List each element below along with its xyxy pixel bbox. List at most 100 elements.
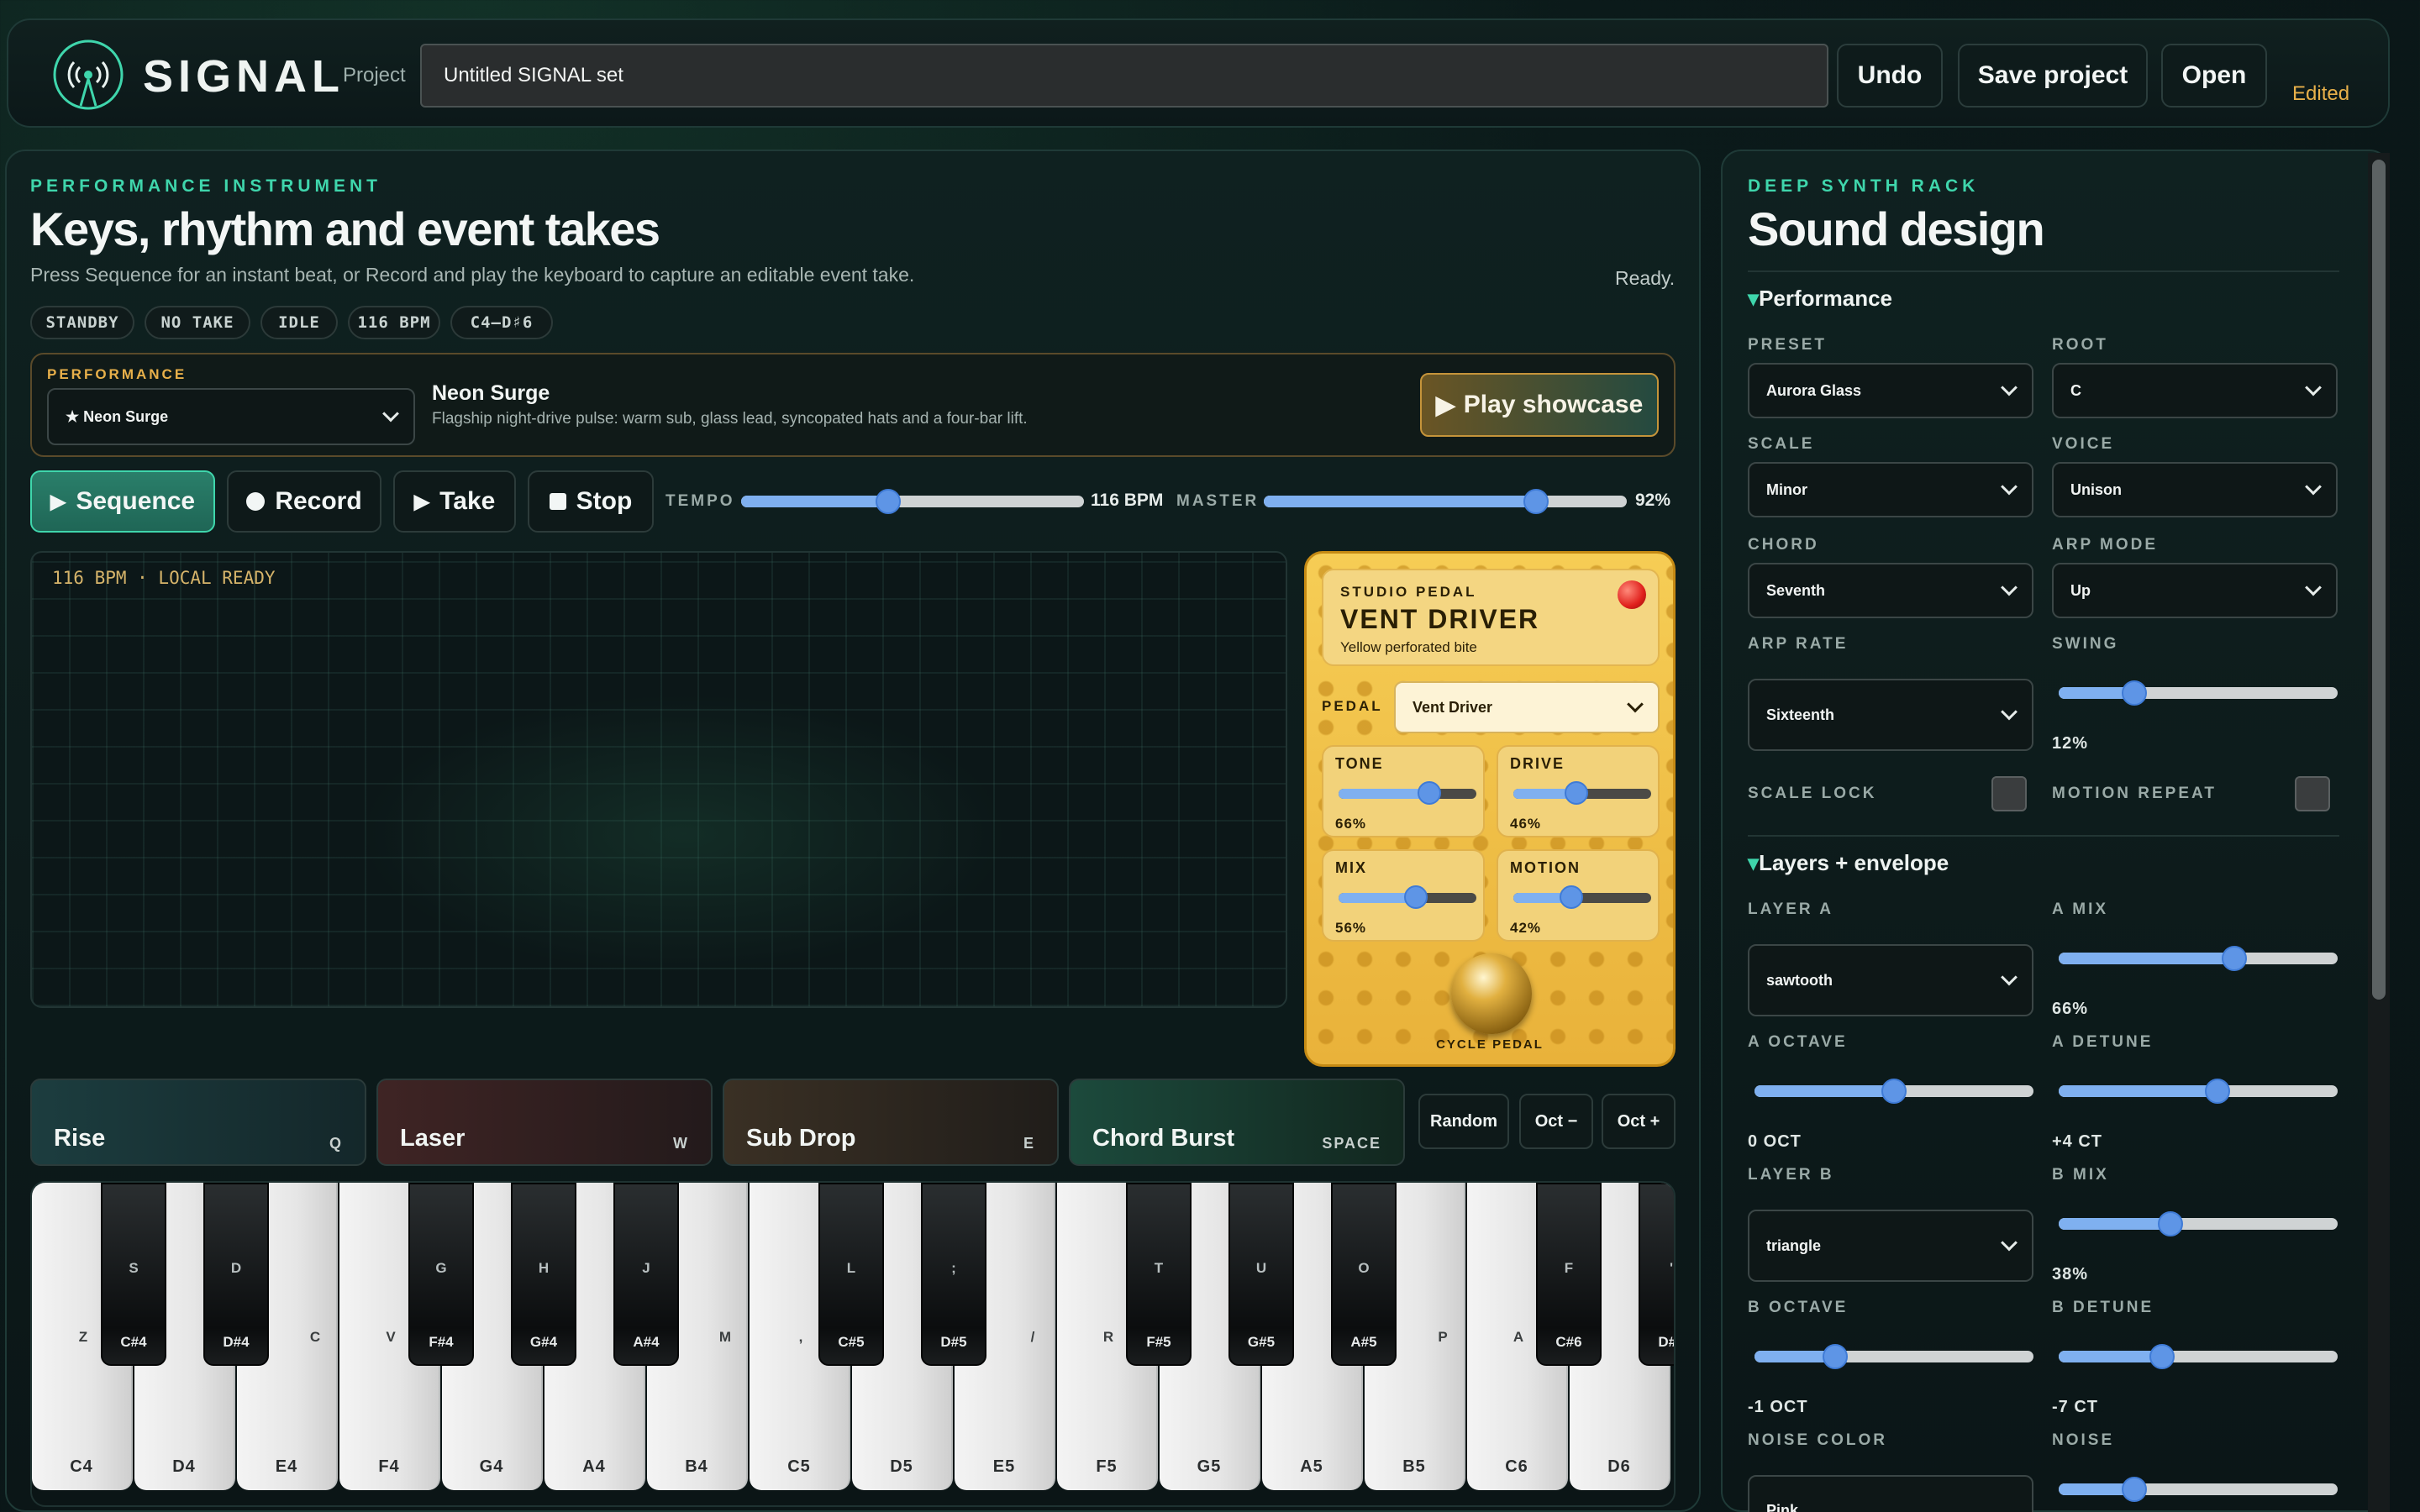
cycle-pedal-footswitch[interactable] xyxy=(1451,953,1532,1034)
black-key[interactable]: D D#4 xyxy=(203,1183,269,1366)
performance-section-toggle[interactable]: ▾Performance xyxy=(1748,286,1892,312)
slider-thumb[interactable] xyxy=(2157,1211,2183,1236)
performance-select[interactable]: ★ Neon Surge xyxy=(47,388,415,445)
black-key[interactable]: J A#4 xyxy=(613,1183,679,1366)
project-name-input[interactable] xyxy=(420,44,1828,108)
key-note-label: C#6 xyxy=(1555,1334,1582,1350)
record-label: Record xyxy=(275,487,362,515)
scale-lock-checkbox[interactable] xyxy=(1991,776,2027,811)
record-button[interactable]: Record xyxy=(227,470,381,533)
b-mix-slider[interactable] xyxy=(2059,1211,2338,1236)
pad-sub-drop[interactable]: Sub Drop E xyxy=(723,1079,1059,1166)
a-detune-slider[interactable] xyxy=(2059,1079,2338,1104)
layer-b-select[interactable]: triangle xyxy=(1748,1210,2033,1282)
slider-thumb[interactable] xyxy=(1403,885,1428,909)
caret-down-icon: ▾ xyxy=(1748,850,1760,875)
play-showcase-button[interactable]: ▶ Play showcase xyxy=(1420,373,1659,437)
pedal-select-value: Vent Driver xyxy=(1413,698,1493,716)
key-note-label: F#5 xyxy=(1146,1334,1171,1350)
preset-select[interactable]: Aurora Glass xyxy=(1748,363,2033,418)
black-key[interactable]: ; D#5 xyxy=(921,1183,986,1366)
pad-chord-burst[interactable]: Chord Burst SPACE xyxy=(1069,1079,1405,1166)
studio-pedal: STUDIO PEDAL VENT DRIVER Yellow perforat… xyxy=(1304,551,1676,1067)
random-button[interactable]: Random xyxy=(1418,1094,1509,1149)
open-button[interactable]: Open xyxy=(2161,44,2267,108)
arp-mode-select[interactable]: Up xyxy=(2052,563,2338,618)
key-note-label: D#4 xyxy=(223,1334,250,1350)
pad-laser[interactable]: Laser W xyxy=(376,1079,713,1166)
slider-thumb[interactable] xyxy=(1523,489,1549,514)
tone-slider[interactable] xyxy=(1339,781,1476,805)
voice-select[interactable]: Unison xyxy=(2052,462,2338,517)
swing-slider[interactable] xyxy=(2059,680,2338,706)
slider-thumb[interactable] xyxy=(1881,1079,1907,1104)
slider-fill xyxy=(2059,1218,2170,1230)
layer-a-select[interactable]: sawtooth xyxy=(1748,944,2033,1016)
undo-button[interactable]: Undo xyxy=(1837,44,1943,108)
key-note-label: D6 xyxy=(1607,1457,1631,1476)
slider-thumb[interactable] xyxy=(2121,1477,2147,1502)
b-octave-slider[interactable] xyxy=(1754,1344,2033,1369)
black-key[interactable]: O A#5 xyxy=(1331,1183,1397,1366)
black-key[interactable]: H G#4 xyxy=(511,1183,576,1366)
chord-label: CHORD xyxy=(1748,536,1819,554)
scrollbar-thumb[interactable] xyxy=(2372,160,2386,1000)
chevron-down-icon xyxy=(2305,379,2322,396)
slider-thumb[interactable] xyxy=(2121,680,2147,706)
octave-down-button[interactable]: Oct − xyxy=(1519,1094,1593,1149)
scale-select[interactable]: Minor xyxy=(1748,462,2033,517)
key-shortcut-label: S xyxy=(129,1260,139,1276)
arp-rate-select[interactable]: Sixteenth xyxy=(1748,679,2033,751)
stop-icon xyxy=(549,493,566,510)
black-key[interactable]: T F#5 xyxy=(1126,1183,1192,1366)
save-project-button[interactable]: Save project xyxy=(1958,44,2148,108)
mix-slider[interactable] xyxy=(1339,885,1476,909)
key-note-label: C4 xyxy=(70,1457,93,1476)
slider-thumb[interactable] xyxy=(2222,946,2248,971)
black-key[interactable]: ' D#6 xyxy=(1639,1183,1674,1366)
slider-thumb[interactable] xyxy=(2149,1344,2175,1369)
a-mix-slider[interactable] xyxy=(2059,946,2338,971)
noise-color-select[interactable]: Pink xyxy=(1748,1475,2033,1512)
drive-control: DRIVE 46% xyxy=(1497,745,1660,837)
black-key[interactable]: S C#4 xyxy=(101,1183,166,1366)
black-key[interactable]: U G#5 xyxy=(1228,1183,1294,1366)
motion-slider[interactable] xyxy=(1513,885,1651,909)
black-key[interactable]: L C#5 xyxy=(818,1183,884,1366)
key-shortcut-label: R xyxy=(1102,1329,1114,1345)
motion-repeat-checkbox[interactable] xyxy=(2295,776,2330,811)
black-key[interactable]: F C#6 xyxy=(1536,1183,1602,1366)
slider-thumb[interactable] xyxy=(1559,885,1583,909)
b-detune-slider[interactable] xyxy=(2059,1344,2338,1369)
layers-section-toggle[interactable]: ▾Layers + envelope xyxy=(1748,850,1949,876)
stop-button[interactable]: Stop xyxy=(528,470,654,533)
slider-fill xyxy=(1339,789,1430,799)
stop-label: Stop xyxy=(576,487,633,515)
key-note-label: C#4 xyxy=(120,1334,147,1350)
swing-value: 12% xyxy=(2052,734,2089,753)
a-octave-slider[interactable] xyxy=(1754,1079,2033,1104)
noise-slider[interactable] xyxy=(2059,1477,2338,1502)
tempo-slider[interactable] xyxy=(741,489,1084,514)
performance-selector-box: PERFORMANCE ★ Neon Surge Neon Surge Flag… xyxy=(30,353,1676,457)
drive-value: 46% xyxy=(1510,816,1542,832)
slider-thumb[interactable] xyxy=(1418,781,1442,805)
pad-rise[interactable]: Rise Q xyxy=(30,1079,366,1166)
sequence-button[interactable]: ▶ Sequence xyxy=(30,470,215,533)
rack-scrollbar[interactable] xyxy=(2368,153,2390,1512)
octave-up-button[interactable]: Oct + xyxy=(1602,1094,1676,1149)
root-select[interactable]: C xyxy=(2052,363,2338,418)
master-slider[interactable] xyxy=(1264,489,1627,514)
slider-fill xyxy=(1264,496,1536,507)
pedal-select[interactable]: Vent Driver xyxy=(1394,681,1660,733)
drive-slider[interactable] xyxy=(1513,781,1651,805)
status-chip: IDLE xyxy=(260,306,338,339)
chord-select[interactable]: Seventh xyxy=(1748,563,2033,618)
edit-status: Edited xyxy=(2292,82,2350,105)
take-button[interactable]: ▶ Take xyxy=(393,470,516,533)
chevron-down-icon xyxy=(2001,703,2018,721)
black-key[interactable]: G F#4 xyxy=(408,1183,474,1366)
slider-thumb[interactable] xyxy=(1565,781,1589,805)
b-detune-value: -7 CT xyxy=(2052,1398,2098,1416)
visualizer-stage[interactable]: 116 BPM · LOCAL READY xyxy=(30,551,1287,1008)
